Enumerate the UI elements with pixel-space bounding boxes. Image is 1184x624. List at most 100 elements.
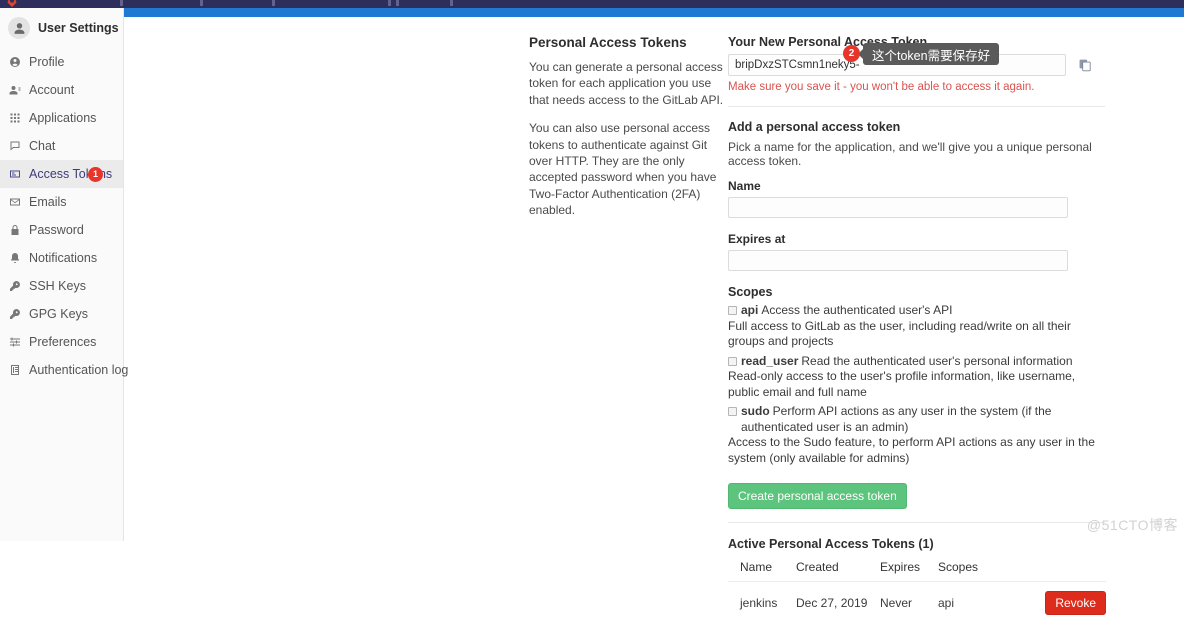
column-header-created: Created	[796, 557, 880, 582]
gitlab-logo-icon[interactable]	[6, 0, 18, 8]
token-expires-input[interactable]	[728, 250, 1068, 271]
sliders-icon	[9, 335, 24, 349]
chat-bubble-icon	[9, 139, 24, 153]
sidebar-item-label: Authentication log	[29, 363, 128, 377]
divider	[728, 522, 1105, 523]
sidebar-item-label: Preferences	[29, 335, 96, 349]
access-tokens-badge: 1	[88, 167, 103, 182]
nav-ghost-item[interactable]	[120, 0, 123, 6]
scope-description: Full access to GitLab as the user, inclu…	[728, 319, 1106, 350]
scope-name: read_user	[741, 354, 798, 368]
cell-token-created: Dec 27, 2019	[796, 582, 880, 624]
description-column: Personal Access Tokens You can generate …	[529, 35, 724, 231]
token-save-warning: Make sure you save it - you won't be abl…	[728, 81, 1108, 93]
sidebar-item-label: Applications	[29, 111, 96, 125]
scope-summary: Perform API actions as any user in the s…	[741, 404, 1051, 434]
scope-checkbox-sudo[interactable]	[728, 407, 737, 416]
sidebar-title: User Settings	[38, 21, 119, 35]
account-person-icon	[9, 83, 24, 97]
main-content: Personal Access Tokens You can generate …	[124, 17, 1184, 541]
sidebar-item-label: Password	[29, 223, 84, 237]
sidebar-item-applications[interactable]: Applications	[0, 104, 123, 132]
sidebar-item-emails[interactable]: Emails	[0, 188, 123, 216]
scopes-section: Scopes apiAccess the authenticated user'…	[728, 285, 1108, 466]
log-book-icon	[9, 363, 24, 377]
sidebar-item-label: Profile	[29, 55, 64, 69]
annotation-marker-2: 2	[843, 45, 860, 62]
profile-circle-icon	[9, 55, 24, 69]
applications-grid-icon	[9, 111, 24, 125]
top-navbar	[0, 0, 1184, 8]
divider	[728, 106, 1105, 107]
cell-token-scopes: api	[938, 582, 1028, 624]
active-tokens-title: Active Personal Access Tokens (1)	[728, 537, 1108, 551]
sidebar-item-gpg-keys[interactable]: GPG Keys	[0, 300, 123, 328]
cell-token-action: Revoke	[1028, 582, 1106, 624]
token-name-input[interactable]	[728, 197, 1068, 218]
scope-name: sudo	[741, 404, 770, 418]
cell-token-name: jenkins	[728, 582, 796, 624]
scope-row-api: apiAccess the authenticated user's API	[728, 303, 1108, 319]
annotation-tooltip: 这个token需要保存好	[863, 43, 999, 65]
table-header-row: Name Created Expires Scopes	[728, 557, 1106, 582]
nav-ghost-item[interactable]	[396, 0, 399, 6]
column-header-expires: Expires	[880, 557, 938, 582]
key-icon	[9, 279, 24, 293]
sidebar-item-profile[interactable]: Profile	[0, 48, 123, 76]
add-token-helper: Pick a name for the application, and we'…	[728, 140, 1108, 168]
scope-row-sudo: sudoPerform API actions as any user in t…	[728, 404, 1108, 435]
revoke-token-button[interactable]: Revoke	[1045, 591, 1106, 615]
sidebar-item-notifications[interactable]: Notifications	[0, 244, 123, 272]
sidebar-header: User Settings	[0, 8, 123, 48]
scope-description: Access to the Sudo feature, to perform A…	[728, 435, 1106, 466]
scope-summary: Access the authenticated user's API	[761, 303, 952, 317]
flash-notification-bar	[124, 8, 1184, 17]
scope-checkbox-api[interactable]	[728, 306, 737, 315]
expires-field-label: Expires at	[728, 232, 1108, 246]
sidebar-item-label: Account	[29, 83, 74, 97]
nav-ghost-item[interactable]	[272, 0, 275, 6]
sidebar-item-label: Notifications	[29, 251, 97, 265]
scope-name: api	[741, 303, 758, 317]
sidebar-item-label: GPG Keys	[29, 307, 88, 321]
nav-ghost-item[interactable]	[200, 0, 203, 6]
nav-ghost-item[interactable]	[388, 0, 391, 6]
copy-clipboard-icon[interactable]	[1077, 57, 1093, 73]
sidebar-item-authentication-log[interactable]: Authentication log	[0, 356, 123, 384]
bell-icon	[9, 251, 24, 265]
sidebar-item-preferences[interactable]: Preferences	[0, 328, 123, 356]
form-column: Your New Personal Access Token 2 这个token…	[728, 35, 1108, 624]
token-card-icon	[9, 167, 24, 181]
column-header-actions	[1028, 557, 1106, 582]
key-icon	[9, 307, 24, 321]
scopes-heading: Scopes	[728, 285, 1108, 299]
page-title: Personal Access Tokens	[529, 35, 724, 50]
sidebar-item-ssh-keys[interactable]: SSH Keys	[0, 272, 123, 300]
scope-row-read-user: read_userRead the authenticated user's p…	[728, 354, 1108, 370]
cell-token-expires: Never	[880, 582, 938, 624]
scope-summary: Read the authenticated user's personal i…	[801, 354, 1072, 368]
column-header-scopes: Scopes	[938, 557, 1028, 582]
sidebar-item-password[interactable]: Password	[0, 216, 123, 244]
user-avatar-icon	[8, 17, 30, 39]
column-header-name: Name	[728, 557, 796, 582]
add-token-heading: Add a personal access token	[728, 120, 1108, 134]
create-personal-access-token-button[interactable]: Create personal access token	[728, 483, 907, 509]
new-token-row: 2 这个token需要保存好	[728, 54, 1108, 76]
scope-description: Read-only access to the user's profile i…	[728, 369, 1106, 400]
description-paragraph-2: You can also use personal access tokens …	[529, 120, 724, 218]
nav-ghost-item[interactable]	[450, 0, 453, 6]
envelope-icon	[9, 195, 24, 209]
scope-checkbox-read-user[interactable]	[728, 357, 737, 366]
description-paragraph-1: You can generate a personal access token…	[529, 59, 724, 108]
active-tokens-table: Name Created Expires Scopes jenkins Dec …	[728, 557, 1106, 624]
sidebar-item-access-tokens[interactable]: Access Tokens 1	[0, 160, 123, 188]
sidebar-item-label: SSH Keys	[29, 279, 86, 293]
lock-icon	[9, 223, 24, 237]
name-field-label: Name	[728, 179, 1108, 193]
sidebar-item-label: Chat	[29, 139, 55, 153]
settings-sidebar: User Settings Profile Account Applicatio…	[0, 8, 124, 541]
sidebar-item-account[interactable]: Account	[0, 76, 123, 104]
sidebar-item-label: Emails	[29, 195, 67, 209]
sidebar-item-chat[interactable]: Chat	[0, 132, 123, 160]
